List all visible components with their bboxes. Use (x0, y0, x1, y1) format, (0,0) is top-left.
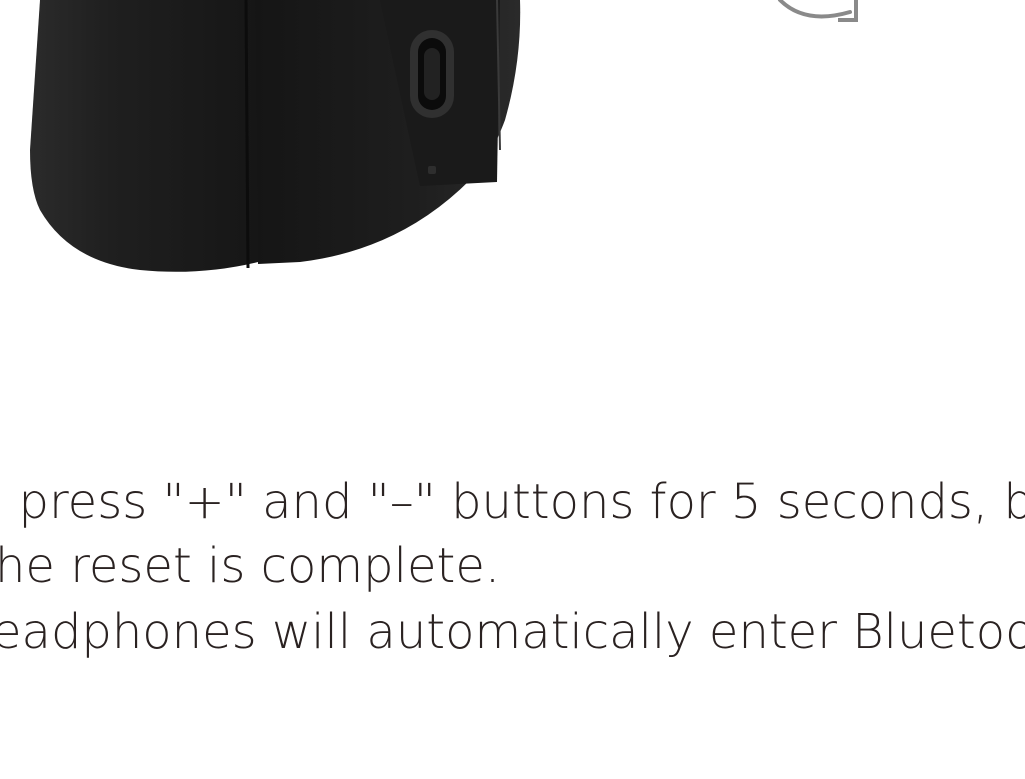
instruction-line: he reset is complete. (0, 538, 501, 594)
circular-arrow-icon (778, 0, 858, 22)
instruction-line: eadphones will automatically enter Bluet… (0, 604, 1025, 660)
usb-c-port-icon (410, 30, 454, 118)
instruction-line: , press "+" and "–" buttons for 5 second… (0, 474, 1025, 530)
manual-page: , press "+" and "–" buttons for 5 second… (0, 0, 1025, 779)
headphone-earcup-image (30, 0, 521, 272)
